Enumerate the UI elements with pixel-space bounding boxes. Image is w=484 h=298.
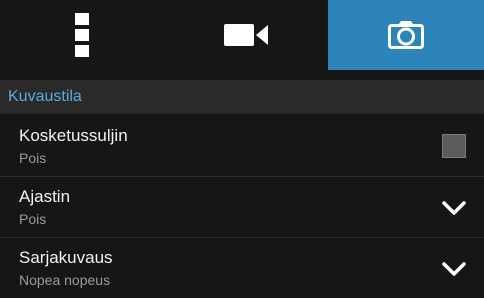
section-header: Kuvaustila bbox=[0, 80, 484, 114]
settings-tab-bar bbox=[0, 0, 484, 70]
setting-title: Ajastin bbox=[19, 187, 71, 206]
camera-icon bbox=[388, 21, 424, 49]
setting-title: Kosketussuljin bbox=[19, 126, 128, 145]
tab-photo-settings[interactable] bbox=[328, 0, 484, 70]
setting-title: Sarjakuvaus bbox=[19, 248, 113, 267]
chevron-down-icon[interactable] bbox=[441, 199, 467, 217]
video-camera-icon bbox=[224, 24, 268, 46]
tab-video-settings[interactable] bbox=[164, 0, 328, 70]
touch-shutter-checkbox[interactable] bbox=[442, 134, 466, 158]
section-title: Kuvaustila bbox=[8, 88, 82, 105]
setting-value: Nopea nopeus bbox=[19, 272, 111, 288]
setting-value: Pois bbox=[19, 150, 47, 166]
tab-general-settings[interactable] bbox=[0, 0, 164, 70]
chevron-down-icon[interactable] bbox=[441, 260, 467, 278]
setting-touch-shutter[interactable]: Kosketussuljin Pois bbox=[0, 117, 484, 177]
camera-settings-screen: Kuvaustila Kosketussuljin Pois Ajastin P… bbox=[0, 0, 484, 298]
setting-burst-mode[interactable]: Sarjakuvaus Nopea nopeus bbox=[0, 239, 484, 298]
vertical-menu-icon bbox=[75, 13, 89, 57]
setting-timer[interactable]: Ajastin Pois bbox=[0, 178, 484, 238]
setting-value: Pois bbox=[19, 211, 47, 227]
